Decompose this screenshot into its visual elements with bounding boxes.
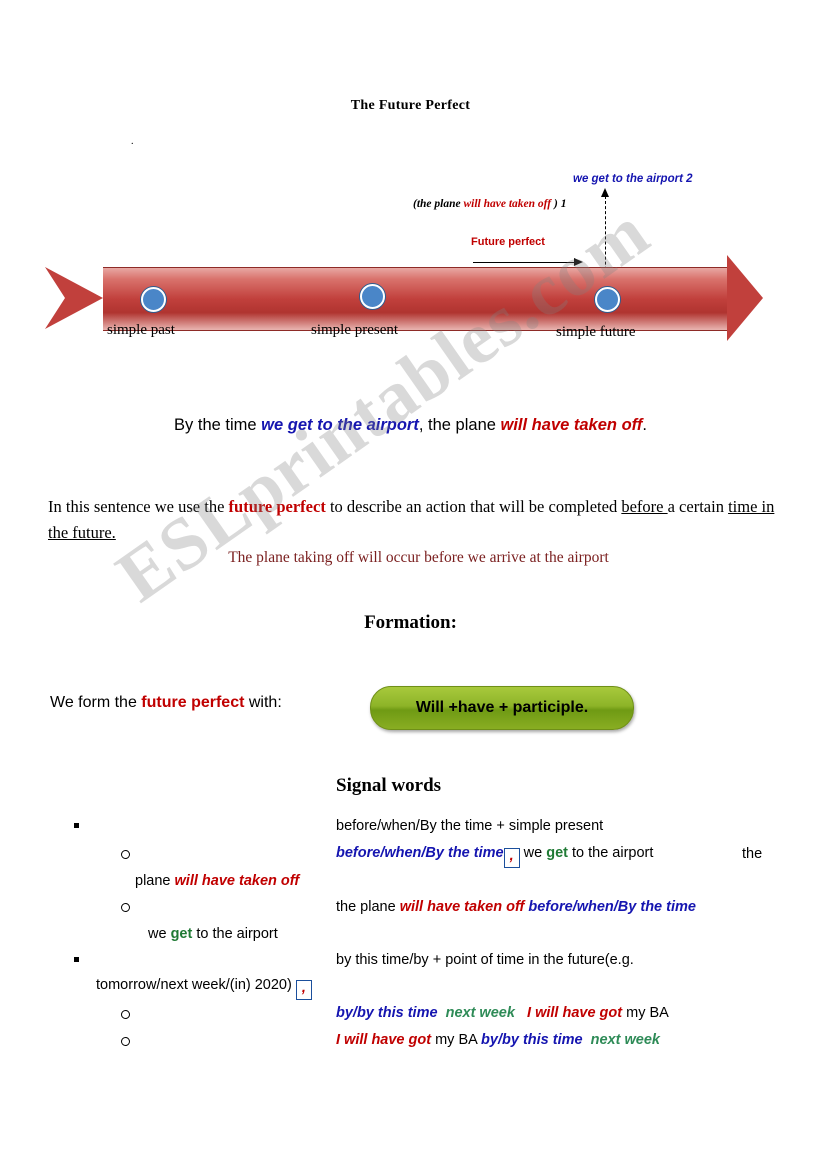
bullet-circle-icon — [121, 1037, 130, 1046]
signal-rule-2-line2: tomorrow/next week/(in) 2020) , — [96, 977, 312, 1000]
comma-highlight-box: , — [503, 848, 520, 868]
example-1a-blue: before/when/By the time — [336, 845, 504, 861]
signal-rule-2-line1: by this time/by + point of time in the f… — [336, 952, 634, 968]
example-1a-line2-prefix: plane — [135, 873, 175, 889]
formation-lead-highlight: future perfect — [141, 694, 245, 711]
document-page: The Future Perfect . we get to the airpo… — [0, 0, 821, 1169]
timeline-node-simple-future — [595, 287, 620, 312]
formula-text: Will +have + participle. — [415, 699, 589, 716]
example-1b-line2-post: to the airport — [192, 926, 278, 942]
annotation-the-plane-will-have-taken-off: (the plane will have taken off ) 1 — [413, 198, 566, 210]
bullet-square-icon — [74, 823, 79, 828]
example-2a-plain: my BA — [622, 1005, 669, 1021]
explanation-highlight: future perfect — [228, 497, 326, 516]
bullet-circle-icon — [121, 1010, 130, 1019]
explanation-occur-line: The plane taking off will occur before w… — [228, 549, 609, 566]
annotation-we-get-to-airport: we get to the airport 2 — [573, 173, 693, 185]
signal-example-2a: by/by this time next week I will have go… — [336, 1005, 669, 1021]
formation-lead-part1: We form the — [50, 694, 142, 711]
example-1a-line2: plane will have taken off — [135, 873, 299, 889]
formation-lead-text: We form the future perfect with: — [50, 694, 282, 712]
example-1b-line2-green: get — [170, 926, 193, 942]
bullet-square-icon — [74, 957, 79, 962]
example-1b-pre: the plane — [336, 899, 400, 915]
signal-rule-2-line2-text: tomorrow/next week/(in) 2020) — [96, 977, 292, 993]
sentence-part2: , the plane — [418, 416, 501, 434]
sentence-part3: . — [642, 416, 647, 434]
example-1b-blue: before/when/By the time — [528, 899, 696, 915]
timeline-arrow-body — [103, 267, 733, 331]
example-2a-red: I will have got — [527, 1005, 623, 1021]
explanation-part3: a certain — [667, 497, 729, 516]
example-1a-mid1: we — [519, 845, 547, 861]
timeline-arrow-tail-notch — [45, 267, 65, 329]
formula-badge: Will +have + participle. — [370, 686, 634, 730]
sentence-red-clause: will have taken off — [500, 416, 643, 434]
annotation-plane-suffix: ) 1 — [551, 198, 567, 210]
stray-dot: . — [131, 136, 134, 147]
example-2b-blue: by/by this time — [481, 1032, 583, 1048]
explanation-paragraph: In this sentence we use the future perfe… — [48, 494, 778, 545]
annotation-future-perfect: Future perfect — [471, 236, 545, 248]
explanation-underline-before: before — [621, 497, 668, 516]
bullet-circle-icon — [121, 850, 130, 859]
example-2b-green: next week — [590, 1032, 660, 1048]
example-1a-tail: the — [742, 846, 763, 862]
formation-lead-part2: with: — [244, 694, 282, 711]
signal-example-1a: before/when/By the time, we get to the a… — [336, 845, 653, 868]
example-1b-red: will have taken off — [399, 899, 525, 915]
bullet-circle-icon — [121, 903, 130, 912]
sentence-blue-clause: we get to the airport — [261, 416, 419, 434]
comma-highlight-box: , — [295, 980, 312, 1000]
timeline-arrow-head-icon — [727, 255, 763, 341]
signal-words-heading: Signal words — [336, 775, 442, 796]
signal-example-1b: the plane will have taken off before/whe… — [336, 899, 696, 915]
annotation-plane-red: will have taken off — [463, 198, 552, 210]
explanation-part1: In this sentence we use the — [48, 497, 229, 516]
signal-rule-1: before/when/By the time + simple present — [336, 818, 604, 834]
example-2a-blue: by/by this time — [336, 1005, 438, 1021]
annotation-plane-prefix: (the plane — [413, 198, 464, 210]
example-1b-line2-pre: we — [148, 926, 171, 942]
example-1a-mid2: to the airport — [567, 845, 654, 861]
formation-heading: Formation: — [364, 612, 457, 633]
timeline-label-simple-future: simple future — [556, 324, 636, 340]
timeline-label-simple-present: simple present — [311, 322, 399, 338]
page-title: The Future Perfect — [350, 98, 471, 113]
signal-example-2b: I will have got my BA by/by this time ne… — [336, 1032, 660, 1048]
timeline-node-simple-past — [141, 287, 166, 312]
example-2b-red: I will have got — [336, 1032, 432, 1048]
explanation-part2: to describe an action that will be compl… — [325, 497, 622, 516]
example-1a-line2-red: will have taken off — [174, 873, 300, 889]
example-1a-green: get — [546, 845, 568, 861]
example-sentence: By the time we get to the airport, the p… — [0, 416, 821, 435]
sentence-part1: By the time — [174, 416, 262, 434]
example-1b-line2: we get to the airport — [148, 926, 278, 942]
example-2b-plain: my BA — [431, 1032, 482, 1048]
timeline-label-simple-past: simple past — [107, 322, 175, 338]
example-2a-green: next week — [445, 1005, 515, 1021]
timeline-node-simple-present — [360, 284, 385, 309]
